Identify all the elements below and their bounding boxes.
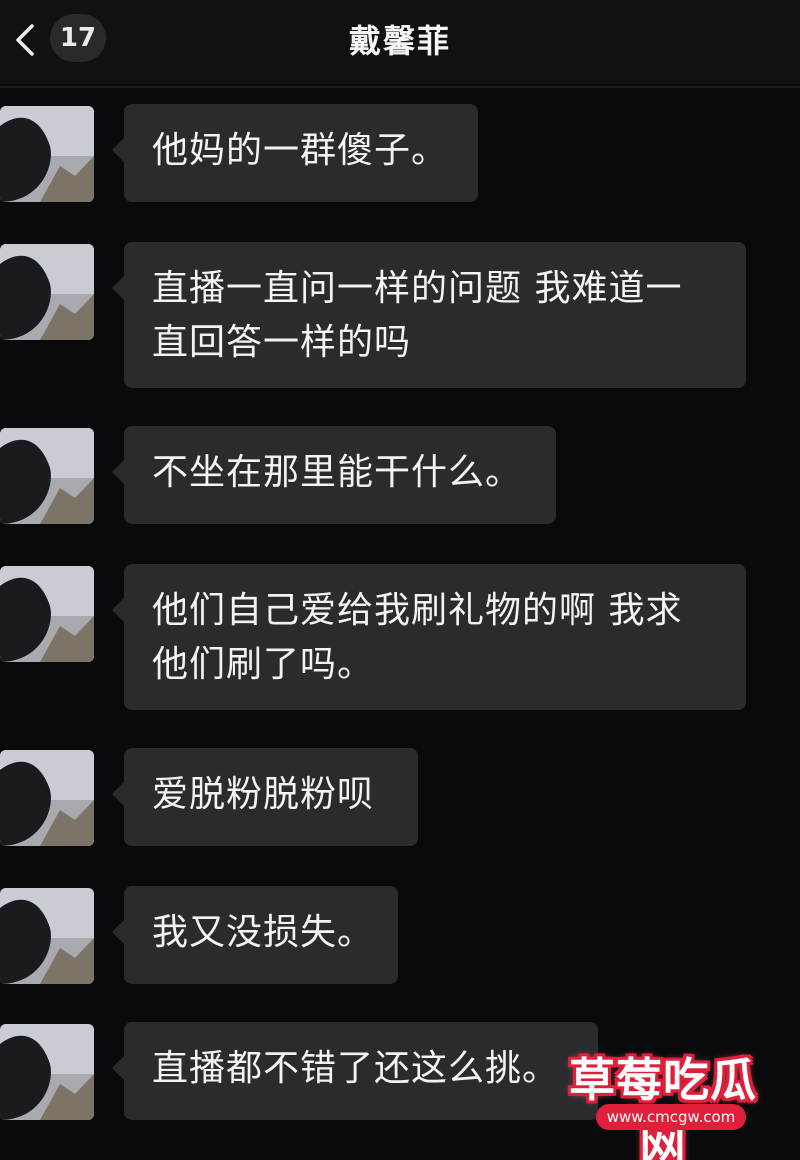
message-bubble[interactable]: 直播都不错了还这么挑。 [112, 1022, 598, 1120]
chat-title: 戴馨菲 [348, 22, 451, 60]
avatar[interactable] [0, 888, 94, 984]
message-bubble[interactable]: 不坐在那里能干什么。 [112, 426, 556, 524]
avatar[interactable] [0, 244, 94, 340]
message-bubble[interactable]: 我又没损失。 [112, 886, 398, 984]
message-text: 直播都不错了还这么挑。 [152, 1048, 560, 1089]
header-divider [0, 86, 800, 88]
message-bubble[interactable]: 爱脱粉脱粉呗 [112, 748, 418, 846]
avatar[interactable] [0, 106, 94, 202]
chat-screen: 17 戴馨菲 他妈的一群傻子。 直播一直问一样的问题 我难道一 直回答一样的吗 … [0, 0, 800, 1160]
avatar[interactable] [0, 750, 94, 846]
message-bubble[interactable]: 直播一直问一样的问题 我难道一 直回答一样的吗 [112, 242, 746, 388]
watermark-text: 草莓吃瓜网 [569, 1053, 757, 1160]
avatar[interactable] [0, 428, 94, 524]
message-text: 直回答一样的吗 [152, 322, 412, 363]
message-bubble[interactable]: 他们自己爱给我刷礼物的啊 我求 他们刷了吗。 [112, 564, 746, 710]
avatar[interactable] [0, 566, 94, 662]
watermark-url: www.cmcgw.com [596, 1104, 746, 1130]
message-text: 他们自己爱给我刷礼物的啊 我求 [152, 590, 683, 631]
message-text: 爱脱粉脱粉呗 [152, 774, 375, 815]
message-text: 他们刷了吗。 [152, 644, 375, 685]
message-text: 他妈的一群傻子。 [152, 130, 449, 171]
message-text: 我又没损失。 [152, 912, 375, 953]
message-text: 不坐在那里能干什么。 [152, 452, 523, 493]
watermark: 草莓吃瓜网 www.cmcgw.com [548, 1044, 778, 1160]
avatar[interactable] [0, 1024, 94, 1120]
message-bubble[interactable]: 他妈的一群傻子。 [112, 104, 478, 202]
message-text: 直播一直问一样的问题 我难道一 [152, 268, 683, 309]
chat-header: 17 戴馨菲 [0, 0, 800, 84]
